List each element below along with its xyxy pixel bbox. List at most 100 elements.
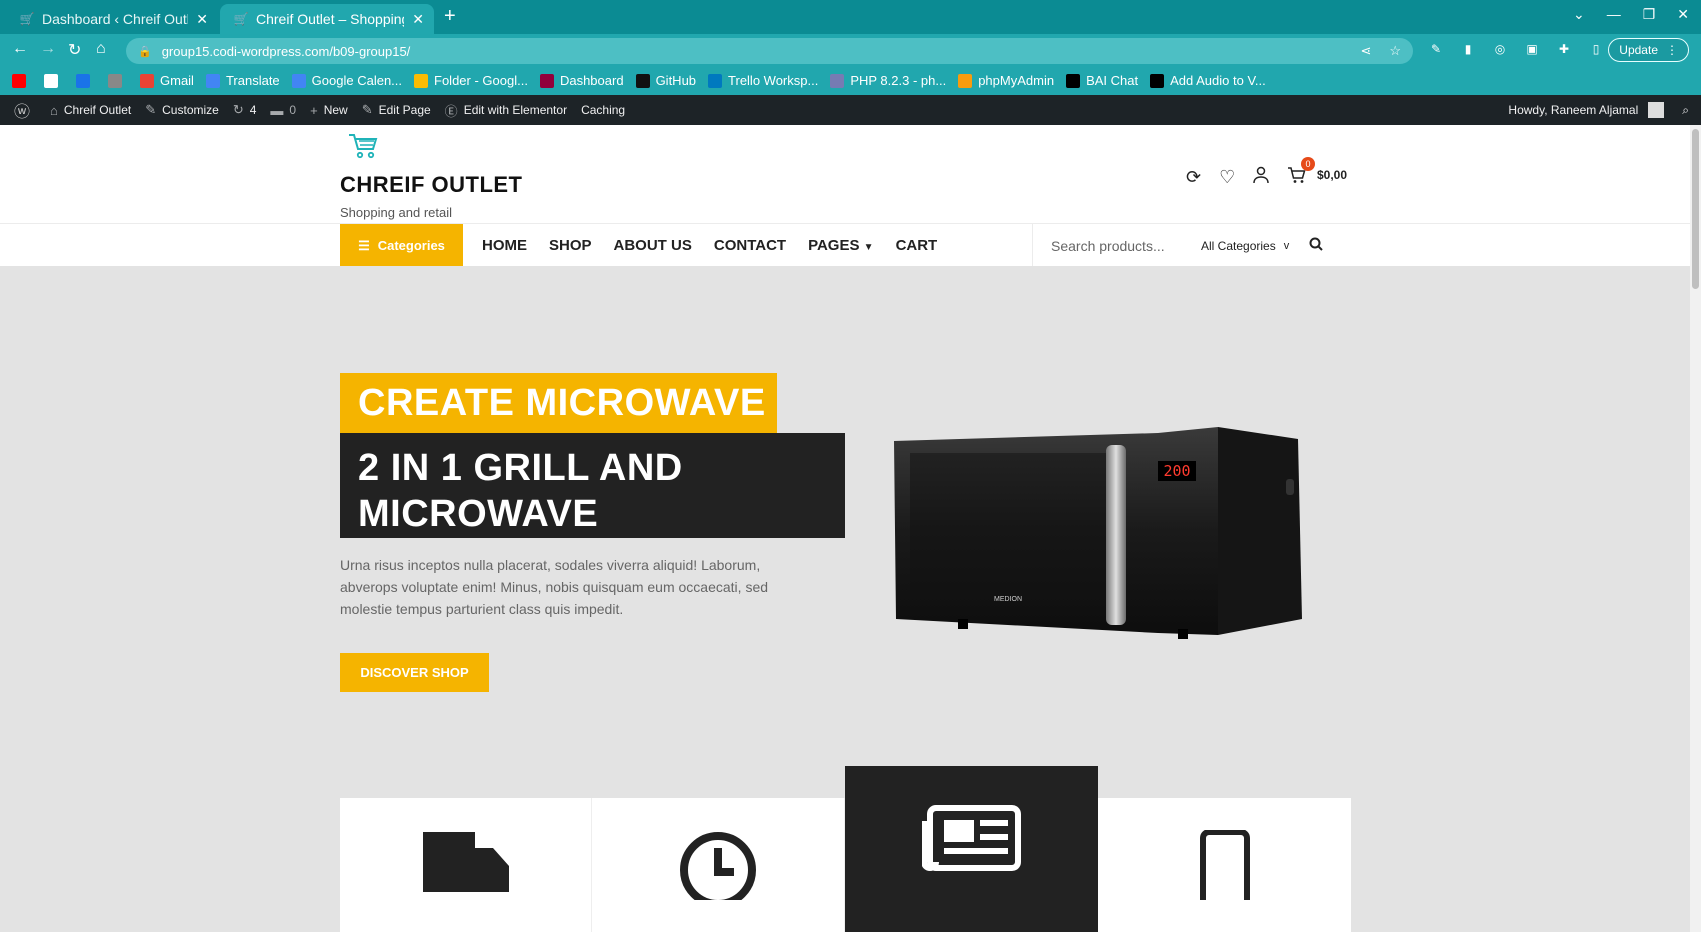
wp-edit-page-link[interactable]: ✎ Edit Page — [362, 102, 431, 118]
bookmark-item[interactable]: Dashboard — [539, 73, 624, 88]
wp-elementor-link[interactable]: Ⓔ Edit with Elementor — [445, 101, 567, 120]
nav-about-us[interactable]: ABOUT US — [614, 237, 692, 254]
microwave-display: 200 — [1163, 462, 1190, 480]
wp-howdy[interactable]: Howdy, Raneem Aljamal — [1508, 103, 1638, 117]
bookmark-item[interactable]: Google Calen... — [291, 73, 402, 88]
new-tab-icon[interactable]: + — [444, 5, 456, 28]
nav-shop[interactable]: SHOP — [549, 237, 592, 254]
reload-icon[interactable]: ↻ — [68, 40, 81, 60]
search-icon[interactable]: ⌕ — [1682, 103, 1689, 118]
heart-icon[interactable]: ♡ — [1219, 167, 1235, 188]
bookmarks-bar: Gmail Translate Google Calen... Folder - Go… — [0, 66, 1701, 95]
wordpress-logo-icon[interactable]: ⓦ — [14, 98, 36, 122]
tab-dashboard[interactable]: 🛒 Dashboard ‹ Chreif Outlet — WordPress … — [6, 4, 218, 34]
bookmark-item[interactable]: BAI Chat — [1066, 73, 1138, 88]
elementor-icon — [539, 73, 554, 88]
minimize-icon[interactable]: — — [1607, 6, 1621, 23]
chevron-down-icon[interactable]: v — [1284, 240, 1290, 252]
tab-title: Dashboard ‹ Chreif Outlet — WordPress — [42, 11, 188, 27]
features-row — [340, 766, 1351, 932]
bookmark-item[interactable]: GitHub — [635, 73, 696, 88]
site-title[interactable]: CHREIF OUTLET — [340, 172, 523, 198]
extension-icon[interactable]: ✎ — [1427, 40, 1445, 58]
extension-icon[interactable]: ▮ — [1459, 40, 1477, 58]
bookmark-item[interactable] — [108, 73, 128, 88]
star-icon[interactable]: ☆ — [1389, 43, 1401, 59]
close-window-icon[interactable]: ✕ — [1677, 6, 1689, 23]
wp-comments-link[interactable]: ▬ 0 — [270, 103, 296, 118]
tab-search-icon[interactable]: ⌄ — [1573, 6, 1585, 23]
wp-elementor-label: Edit with Elementor — [463, 103, 568, 117]
clock-icon — [678, 830, 758, 914]
category-select[interactable]: All Categories — [1201, 239, 1276, 253]
bookmark-item[interactable] — [12, 73, 32, 88]
close-tab-icon[interactable]: ✕ — [412, 11, 424, 28]
caret-down-icon: ▼ — [863, 242, 874, 253]
github-icon — [635, 73, 650, 88]
bookmark-item[interactable]: Gmail — [140, 73, 194, 88]
bookmark-item[interactable] — [44, 73, 64, 88]
bookmark-item[interactable] — [76, 73, 96, 88]
plus-icon: + — [310, 102, 318, 118]
bookmark-item[interactable]: PHP 8.2.3 - ph... — [830, 73, 946, 88]
translate-icon — [205, 73, 220, 88]
main-nav: ☰ Categories HOME SHOP ABOUT US CONTACT … — [0, 223, 1690, 267]
bookmark-label: Folder - Googl... — [434, 73, 528, 88]
wp-new-link[interactable]: + New — [310, 103, 348, 118]
wp-site-link[interactable]: ⌂ Chreif Outlet — [50, 103, 131, 118]
bookmark-item[interactable]: phpMyAdmin — [958, 73, 1054, 88]
hero-section: CREATE MICROWAVE 2 IN 1 GRILL AND MICROW… — [0, 266, 1690, 932]
bookmark-item[interactable]: Translate — [205, 73, 280, 88]
nav-cart[interactable]: CART — [896, 237, 938, 254]
avatar[interactable] — [1648, 102, 1665, 118]
hero-title-main: 2 IN 1 GRILL AND MICROWAVE — [340, 433, 845, 538]
bookmark-item[interactable]: Trello Worksp... — [708, 73, 818, 88]
extension-icon[interactable]: ◎ — [1491, 40, 1509, 58]
microwave-image: 200 MEDION — [888, 423, 1304, 643]
discover-shop-button[interactable]: DISCOVER SHOP — [340, 653, 489, 692]
wp-updates-link[interactable]: ↻ 4 — [233, 102, 257, 118]
url-field[interactable]: 🔒 group15.codi-wordpress.com/b09-group15… — [126, 38, 1413, 64]
share-icon[interactable]: ⋖ — [1360, 43, 1371, 59]
nav-contact[interactable]: CONTACT — [714, 237, 786, 254]
bookmark-item[interactable]: Add Audio to V... — [1150, 73, 1266, 88]
compare-icon[interactable]: ⟳ — [1186, 167, 1201, 188]
wp-customize-link[interactable]: ✎ Customize — [145, 102, 219, 118]
wp-admin-bar: ⓦ ⌂ Chreif Outlet ✎ Customize ↻ 4 ▬ 0 + New ✎… — [0, 95, 1701, 125]
cart-logo-icon[interactable] — [347, 131, 379, 168]
update-button[interactable]: Update ⋮ — [1608, 38, 1689, 62]
nav-home[interactable]: HOME — [482, 237, 527, 254]
address-bar-row: ← → ↻ ⌂ 🔒 group15.codi-wordpress.com/b09… — [0, 34, 1701, 66]
restore-icon[interactable]: ❐ — [1643, 6, 1656, 23]
extension-icon[interactable]: ▣ — [1523, 40, 1541, 58]
search-icon[interactable] — [1309, 237, 1323, 254]
home-icon[interactable]: ⌂ — [96, 40, 106, 58]
forward-icon[interactable]: → — [40, 40, 56, 58]
close-tab-icon[interactable]: ✕ — [196, 11, 208, 28]
back-icon[interactable]: ← — [12, 40, 28, 58]
cart-favicon-icon: 🛒 — [19, 12, 35, 26]
shipping-truck-icon — [421, 828, 511, 912]
bookmark-label: phpMyAdmin — [978, 73, 1055, 88]
menu-dots-icon[interactable]: ⋮ — [1666, 43, 1678, 57]
sidepanel-icon[interactable]: ▯ — [1587, 40, 1605, 58]
tab-shopping[interactable]: 🛒 Chreif Outlet – Shopping and retail ✕ — [220, 4, 434, 34]
nav-pages[interactable]: PAGES ▼ — [808, 237, 873, 254]
cart-total[interactable]: $0,00 — [1317, 168, 1347, 182]
wp-caching-link[interactable]: Caching — [581, 103, 625, 117]
wp-updates-count: 4 — [249, 103, 257, 117]
lock-icon: 🔒 — [138, 45, 152, 58]
youtube-icon — [12, 73, 26, 88]
site-tagline: Shopping and retail — [340, 205, 453, 220]
baichat-icon — [1066, 73, 1081, 88]
bookmark-label: BAI Chat — [1086, 73, 1139, 88]
hero-title-line: MICROWAVE — [358, 493, 599, 535]
bookmark-item[interactable]: Folder - Googl... — [414, 73, 528, 88]
scrollbar-thumb[interactable] — [1692, 129, 1699, 289]
search-input[interactable]: Search products... — [1051, 238, 1191, 254]
php-icon — [830, 73, 845, 88]
user-icon[interactable] — [1253, 166, 1269, 189]
categories-button[interactable]: ☰ Categories — [340, 224, 463, 267]
page-scrollbar[interactable] — [1690, 125, 1701, 932]
puzzle-icon[interactable]: ✚ — [1555, 40, 1573, 58]
